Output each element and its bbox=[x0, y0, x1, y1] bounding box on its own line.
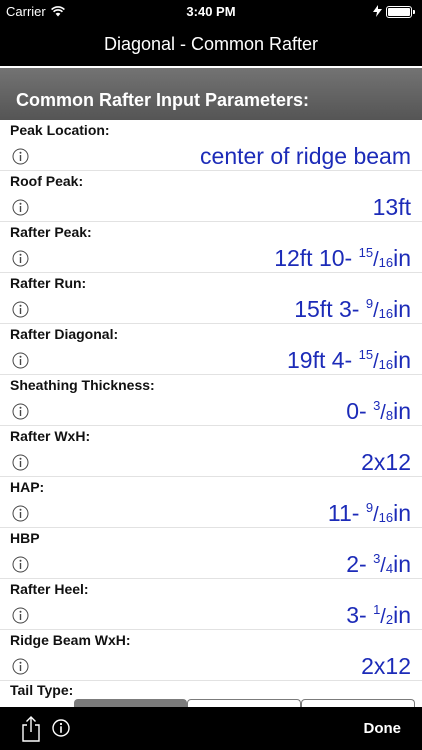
parameter-value[interactable]: 13ft bbox=[373, 194, 411, 221]
value-numerator: 9 bbox=[365, 296, 374, 311]
value-unit: in bbox=[393, 551, 411, 577]
parameter-row-rafter-wxh[interactable]: Rafter WxH: 2x12 bbox=[0, 426, 422, 477]
parameter-label: HBP bbox=[10, 530, 40, 546]
parameter-label: Rafter WxH: bbox=[10, 428, 91, 444]
parameter-row-rafter-run[interactable]: Rafter Run: 15ft 3- 9/16in bbox=[0, 273, 422, 324]
parameter-row-roof-peak[interactable]: Roof Peak: 13ft bbox=[0, 171, 422, 222]
parameter-label: Rafter Run: bbox=[10, 275, 87, 291]
info-icon[interactable] bbox=[12, 301, 29, 318]
info-icon[interactable] bbox=[12, 148, 29, 165]
value-numerator: 15 bbox=[358, 245, 374, 260]
battery-icon bbox=[386, 6, 416, 18]
parameter-value[interactable]: 12ft 10- 15/16in bbox=[274, 245, 411, 272]
parameter-list: Peak Location: center of ridge beam Roof… bbox=[0, 120, 422, 681]
parameter-value[interactable]: 19ft 4- 15/16in bbox=[287, 347, 411, 374]
value-whole: 0- bbox=[346, 398, 374, 424]
value-denominator: 8 bbox=[385, 408, 394, 423]
done-button[interactable]: Done bbox=[364, 720, 402, 737]
parameter-label: Roof Peak: bbox=[10, 173, 84, 189]
info-icon[interactable] bbox=[12, 250, 29, 267]
value-unit: in bbox=[393, 245, 411, 271]
parameter-value[interactable]: 11- 9/16in bbox=[328, 500, 411, 527]
parameter-label: Rafter Peak: bbox=[10, 224, 92, 240]
value-whole: 2- bbox=[346, 551, 374, 577]
value-unit: in bbox=[393, 602, 411, 628]
parameter-label: Peak Location: bbox=[10, 122, 110, 138]
parameter-label: Tail Type: bbox=[10, 682, 74, 698]
charging-icon bbox=[373, 5, 382, 17]
parameter-label: Rafter Diagonal: bbox=[10, 326, 119, 342]
parameter-value[interactable]: 3- 1/2in bbox=[346, 602, 411, 629]
parameter-row-ridge-beam-wxh[interactable]: Ridge Beam WxH: 2x12 bbox=[0, 630, 422, 681]
parameter-value[interactable]: 15ft 3- 9/16in bbox=[294, 296, 411, 323]
info-icon[interactable] bbox=[12, 505, 29, 522]
parameter-value[interactable]: 2x12 bbox=[361, 653, 411, 680]
info-icon[interactable] bbox=[12, 658, 29, 675]
info-icon[interactable] bbox=[52, 719, 70, 737]
bottom-toolbar: Done bbox=[0, 707, 422, 750]
parameter-row-rafter-peak[interactable]: Rafter Peak: 12ft 10- 15/16in bbox=[0, 222, 422, 273]
parameter-label: Sheathing Thickness: bbox=[10, 377, 155, 393]
parameter-value[interactable]: 0- 3/8in bbox=[346, 398, 411, 425]
value-numerator: 15 bbox=[358, 347, 374, 362]
value-whole: 12ft 10- bbox=[274, 245, 359, 271]
info-icon[interactable] bbox=[12, 403, 29, 420]
parameter-row-peak-location[interactable]: Peak Location: center of ridge beam bbox=[0, 120, 422, 171]
value-denominator: 2 bbox=[385, 612, 394, 627]
value-denominator: 16 bbox=[378, 510, 394, 525]
info-icon[interactable] bbox=[12, 607, 29, 624]
parameter-row-rafter-heel[interactable]: Rafter Heel: 3- 1/2in bbox=[0, 579, 422, 630]
section-header: Common Rafter Input Parameters: bbox=[0, 68, 422, 120]
parameter-value[interactable]: 2x12 bbox=[361, 449, 411, 476]
parameter-label: Ridge Beam WxH: bbox=[10, 632, 131, 648]
value-whole: 11- bbox=[327, 500, 366, 526]
value-denominator: 16 bbox=[378, 357, 394, 372]
parameter-label: HAP: bbox=[10, 479, 45, 495]
value-unit: in bbox=[393, 296, 411, 322]
parameter-row-hbp[interactable]: HBP 2- 3/4in bbox=[0, 528, 422, 579]
value-whole: 15ft 3- bbox=[294, 296, 366, 322]
value-unit: in bbox=[393, 500, 411, 526]
value-whole: 3- bbox=[346, 602, 374, 628]
parameter-value[interactable]: center of ridge beam bbox=[200, 143, 411, 170]
section-title: Common Rafter Input Parameters: bbox=[16, 90, 310, 110]
navigation-bar: Diagonal - Common Rafter bbox=[0, 22, 422, 66]
info-icon[interactable] bbox=[12, 454, 29, 471]
status-time: 3:40 PM bbox=[186, 4, 236, 19]
parameter-value[interactable]: 2- 3/4in bbox=[346, 551, 411, 578]
value-unit: in bbox=[393, 398, 411, 424]
info-icon[interactable] bbox=[12, 556, 29, 573]
parameter-row-hap[interactable]: HAP: 11- 9/16in bbox=[0, 477, 422, 528]
value-numerator: 9 bbox=[365, 500, 374, 515]
value-denominator: 4 bbox=[385, 561, 394, 576]
parameter-label: Rafter Heel: bbox=[10, 581, 89, 597]
value-whole: 19ft 4- bbox=[286, 347, 359, 373]
status-bar: Carrier 3:40 PM bbox=[0, 0, 422, 22]
parameter-row-rafter-diagonal[interactable]: Rafter Diagonal: 19ft 4- 15/16in bbox=[0, 324, 422, 375]
value-unit: in bbox=[393, 347, 411, 373]
info-icon[interactable] bbox=[12, 199, 29, 216]
info-icon[interactable] bbox=[12, 352, 29, 369]
value-denominator: 16 bbox=[378, 255, 394, 270]
parameter-row-tail-type: Tail Type: bbox=[0, 681, 422, 709]
share-icon[interactable] bbox=[20, 716, 42, 742]
parameter-row-sheathing-thickness[interactable]: Sheathing Thickness: 0- 3/8in bbox=[0, 375, 422, 426]
value-denominator: 16 bbox=[378, 306, 394, 321]
page-title: Diagonal - Common Rafter bbox=[103, 34, 319, 54]
